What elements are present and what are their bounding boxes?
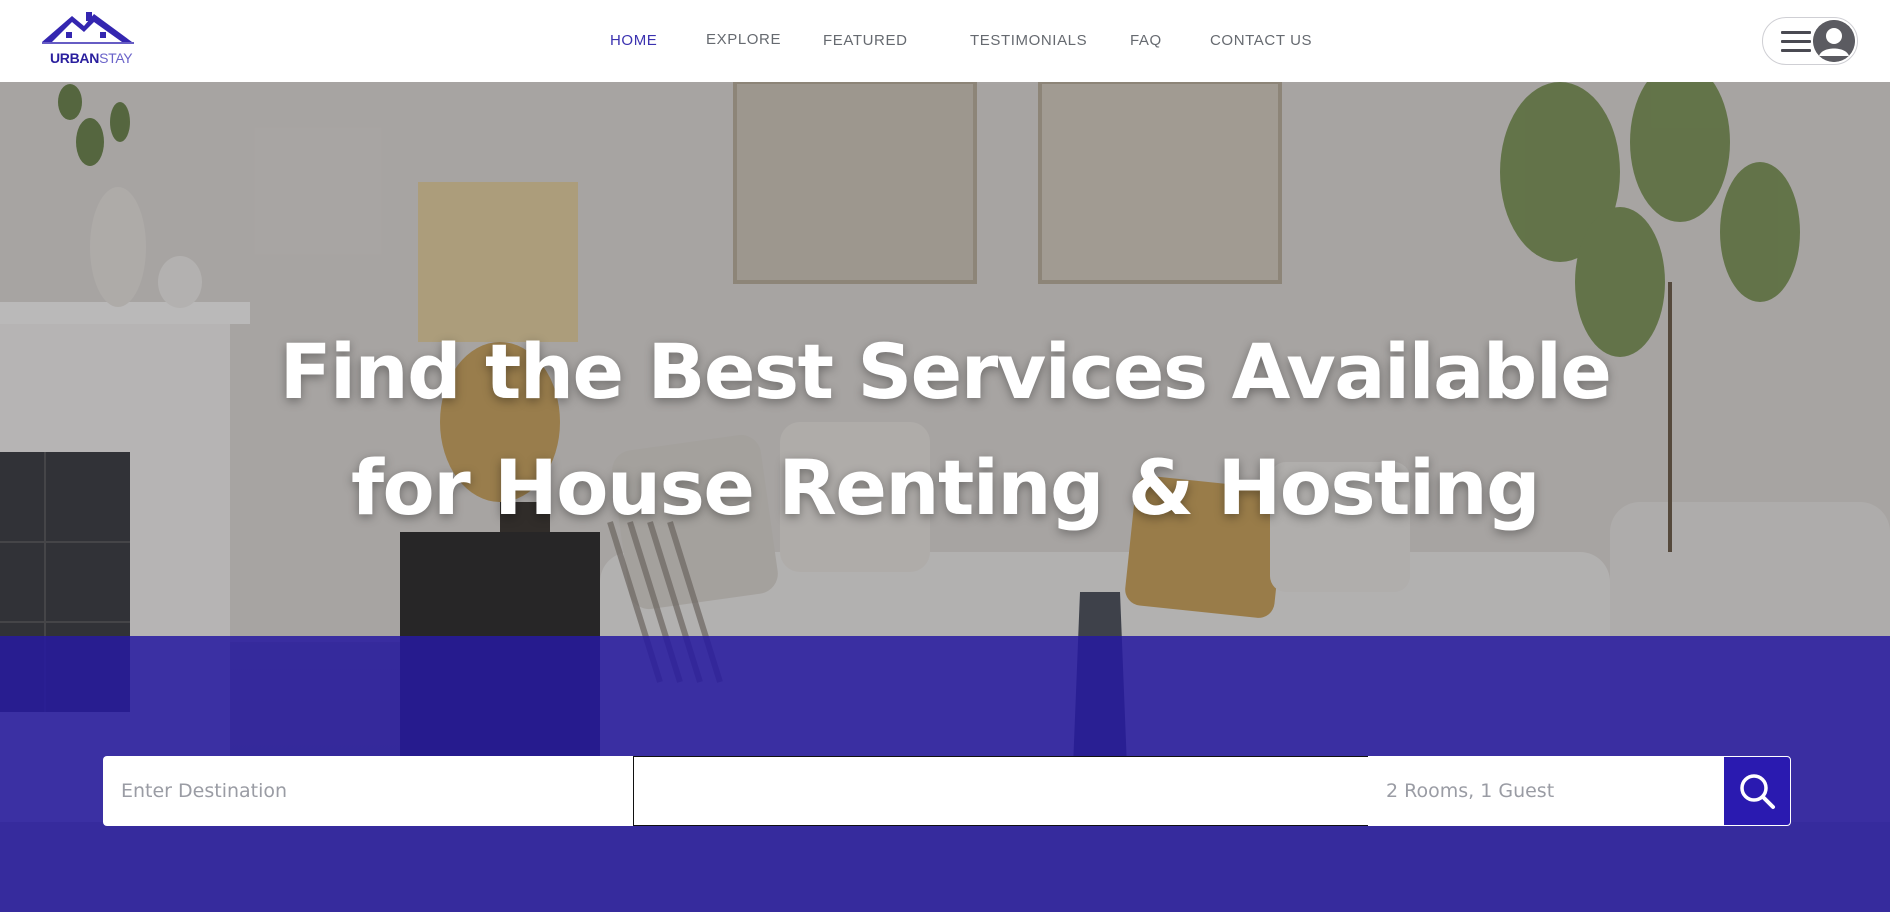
rooms-guests-input[interactable]	[1368, 756, 1723, 826]
house-roof-icon	[42, 12, 134, 44]
user-menu-button[interactable]	[1762, 17, 1858, 65]
site-header: URBANSTAY HOME EXPLORE FEATURED TESTIMON…	[0, 0, 1890, 82]
nav-featured[interactable]: FEATURED	[823, 32, 908, 49]
nav-faq[interactable]: FAQ	[1130, 32, 1162, 49]
hero-headline-line1: Find the Best Services Available	[279, 327, 1612, 416]
nav-home[interactable]: HOME	[610, 32, 657, 49]
hero-headline-line2: for House Renting & Hosting	[350, 443, 1541, 532]
brand-name-bold: URBAN	[50, 50, 100, 66]
brand-logo[interactable]: URBANSTAY	[40, 8, 140, 70]
hero-headline: Find the Best Services Available for Hou…	[0, 314, 1890, 546]
search-icon	[1740, 774, 1775, 809]
search-button[interactable]	[1723, 756, 1791, 826]
search-panel	[0, 636, 1890, 912]
user-avatar-icon	[1813, 20, 1855, 62]
destination-input[interactable]	[103, 756, 633, 826]
brand-name: URBANSTAY	[50, 50, 133, 66]
nav-testimonials[interactable]: TESTIMONIALS	[970, 32, 1087, 49]
search-bar	[103, 756, 1791, 826]
nav-contact-us[interactable]: CONTACT US	[1210, 32, 1312, 49]
date-range-input[interactable]	[633, 756, 1369, 826]
hamburger-icon	[1781, 31, 1811, 53]
brand-name-light: STAY	[99, 50, 133, 66]
nav-explore[interactable]: EXPLORE	[706, 31, 781, 48]
hero-section: Find the Best Services Available for Hou…	[0, 82, 1890, 912]
